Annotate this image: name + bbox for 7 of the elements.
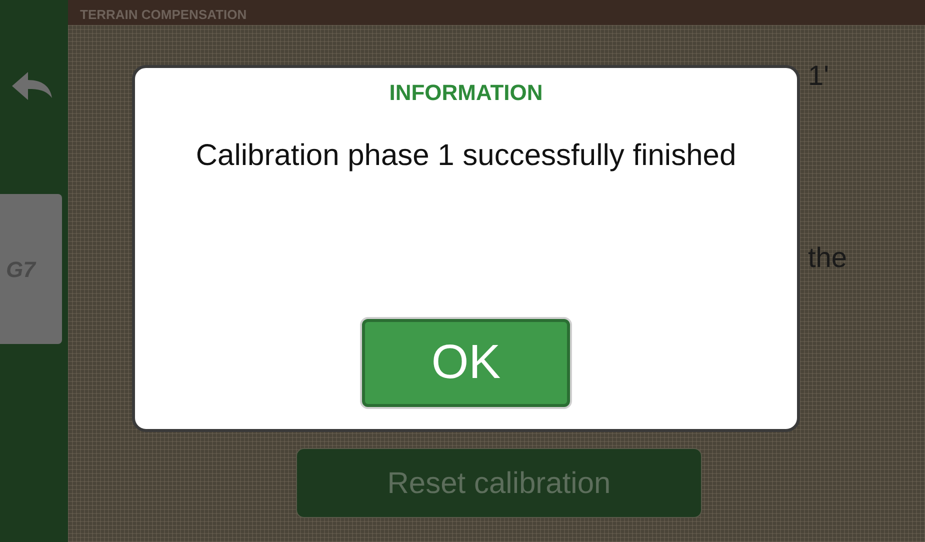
dialog-message: Calibration phase 1 successfully finished — [194, 139, 738, 173]
back-arrow-icon — [10, 70, 54, 102]
instruction-text: the — [808, 241, 848, 275]
dialog-title: INFORMATION — [389, 79, 543, 107]
instruction-text: 1' — [808, 59, 830, 93]
header-title: TERRAIN COMPENSATION — [80, 6, 247, 24]
ok-button[interactable]: OK — [362, 319, 570, 407]
